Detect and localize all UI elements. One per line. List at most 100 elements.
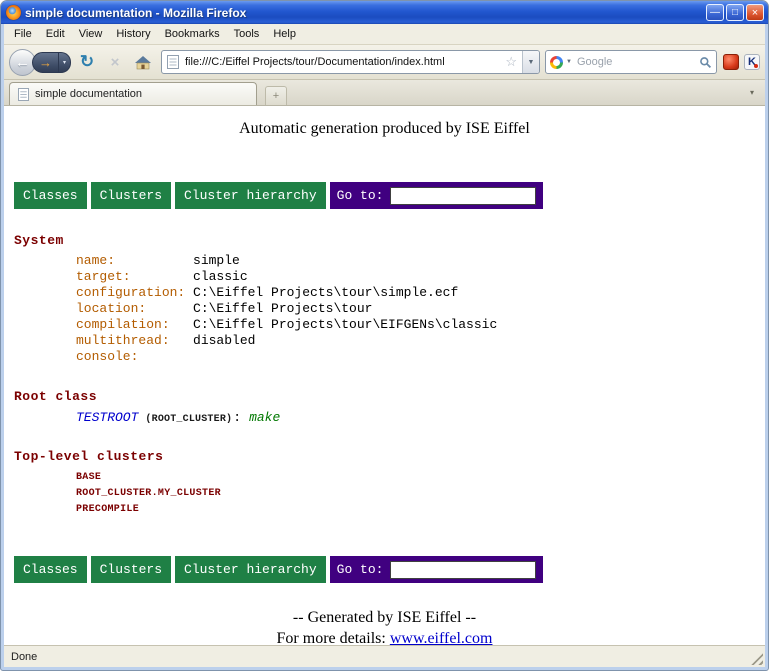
address-bar[interactable]: ☆ ▼ <box>161 50 540 74</box>
cluster-link-precompile[interactable]: PRECOMPILE <box>4 502 139 518</box>
goto-section-bottom: Go to: <box>330 556 544 583</box>
window-title: simple documentation - Mozilla Firefox <box>25 6 702 20</box>
menu-tools[interactable]: Tools <box>227 25 267 43</box>
status-text: Done <box>11 651 37 663</box>
root-class-heading: Root class <box>14 389 765 404</box>
root-cluster-ref[interactable]: (ROOT_CLUSTER) <box>145 414 232 425</box>
doc-footer: -- Generated by ISE Eiffel -- For more d… <box>4 609 765 645</box>
property-value: C:\Eiffel Projects\tour\simple.ecf <box>193 285 458 301</box>
page-icon <box>18 88 29 101</box>
property-value: C:\Eiffel Projects\tour <box>193 301 372 317</box>
browser-window: simple documentation - Mozilla Firefox —… <box>0 0 769 671</box>
system-row: name:simple <box>4 253 765 269</box>
property-label: console: <box>76 349 193 365</box>
system-row: console: <box>4 349 765 365</box>
property-value: classic <box>193 269 248 285</box>
eiffel-com-link[interactable]: www.eiffel.com <box>390 630 493 645</box>
property-label: compilation: <box>76 317 193 333</box>
menu-file[interactable]: File <box>7 25 39 43</box>
home-icon <box>134 55 152 70</box>
cluster-link-root-cluster-my-cluster[interactable]: ROOT_CLUSTER.MY_CLUSTER <box>4 486 221 502</box>
goto-input-top[interactable] <box>390 187 536 205</box>
addon-toolbar-icons: K <box>723 54 760 70</box>
details-prefix: For more details: <box>277 630 390 645</box>
property-label: configuration: <box>76 285 193 301</box>
system-row: multithread:disabled <box>4 333 765 349</box>
stop-button[interactable]: × <box>103 50 127 74</box>
chevron-down-icon: ▾ <box>63 59 66 66</box>
url-input[interactable] <box>183 55 500 69</box>
cluster-link-base[interactable]: BASE <box>4 470 101 486</box>
window-controls: — □ × <box>706 4 764 21</box>
window-frame: File Edit View History Bookmarks Tools H… <box>4 24 765 667</box>
goto-input-bottom[interactable] <box>390 561 536 579</box>
addon-red-icon[interactable] <box>723 54 739 70</box>
search-magnifier-icon[interactable] <box>699 56 712 69</box>
reload-button[interactable]: ↻ <box>75 50 99 74</box>
status-bar: Done <box>4 645 765 667</box>
generated-by-text: -- Generated by ISE Eiffel -- <box>4 609 765 627</box>
classes-button-bottom[interactable]: Classes <box>14 556 87 583</box>
system-heading: System <box>14 233 765 248</box>
page-content: Automatic generation produced by ISE Eif… <box>4 106 765 645</box>
goto-label: Go to: <box>337 188 384 203</box>
close-button[interactable]: × <box>746 4 764 21</box>
forward-button[interactable]: → <box>32 52 59 73</box>
search-engine-dropdown[interactable]: ▼ <box>566 59 572 65</box>
new-tab-button[interactable]: + <box>265 86 287 105</box>
stop-icon: × <box>111 54 120 71</box>
system-properties: name:simple target:classic configuration… <box>4 253 765 365</box>
property-label: multithread: <box>76 333 193 349</box>
property-label: target: <box>76 269 193 285</box>
location-dropdown-button[interactable]: ▼ <box>522 51 539 73</box>
clusters-heading: Top-level clusters <box>14 449 765 464</box>
back-icon: ← <box>15 54 30 71</box>
root-class-line: TESTROOT (ROOT_CLUSTER) : make <box>4 410 765 425</box>
titlebar[interactable]: simple documentation - Mozilla Firefox —… <box>1 1 768 24</box>
doc-nav-bottom: Classes Clusters Cluster hierarchy Go to… <box>14 556 543 583</box>
addon-k-icon[interactable]: K <box>744 54 760 70</box>
clusters-button-bottom[interactable]: Clusters <box>91 556 171 583</box>
tab-strip: simple documentation + ▾ <box>4 80 765 106</box>
menu-help[interactable]: Help <box>266 25 303 43</box>
firefox-icon <box>6 5 21 20</box>
maximize-button[interactable]: □ <box>726 4 744 21</box>
minimize-button[interactable]: — <box>706 4 724 21</box>
details-line: For more details: www.eiffel.com <box>4 630 765 645</box>
menu-bar: File Edit View History Bookmarks Tools H… <box>4 24 765 45</box>
chevron-down-icon: ▼ <box>528 59 535 66</box>
menu-history[interactable]: History <box>109 25 157 43</box>
menu-view[interactable]: View <box>72 25 110 43</box>
cluster-hierarchy-button-bottom[interactable]: Cluster hierarchy <box>175 556 326 583</box>
property-value: simple <box>193 253 240 269</box>
bookmark-star-icon[interactable]: ☆ <box>504 54 518 70</box>
page-icon <box>167 55 179 69</box>
system-row: compilation:C:\Eiffel Projects\tour\EIFG… <box>4 317 765 333</box>
system-row: target:classic <box>4 269 765 285</box>
classes-button-top[interactable]: Classes <box>14 182 87 209</box>
root-class-link[interactable]: TESTROOT <box>76 410 138 425</box>
search-input[interactable] <box>575 55 696 69</box>
forward-button-group: → ▾ <box>32 52 71 73</box>
search-bar[interactable]: ▼ <box>545 50 717 74</box>
doc-nav-top: Classes Clusters Cluster hierarchy Go to… <box>14 182 543 209</box>
property-label: name: <box>76 253 193 269</box>
home-button[interactable] <box>131 50 155 74</box>
cluster-list: BASE ROOT_CLUSTER.MY_CLUSTER PRECOMPILE <box>4 470 765 518</box>
reload-icon: ↻ <box>80 52 94 72</box>
property-label: location: <box>76 301 193 317</box>
root-feature-link[interactable]: make <box>249 410 280 425</box>
tab-simple-documentation[interactable]: simple documentation <box>9 82 257 105</box>
list-all-tabs-button[interactable]: ▾ <box>744 88 760 99</box>
root-separator: : <box>233 410 241 425</box>
resize-grip[interactable] <box>750 652 763 665</box>
menu-edit[interactable]: Edit <box>39 25 72 43</box>
menu-bookmarks[interactable]: Bookmarks <box>158 25 227 43</box>
cluster-hierarchy-button-top[interactable]: Cluster hierarchy <box>175 182 326 209</box>
history-dropdown-button[interactable]: ▾ <box>59 52 71 73</box>
google-logo-icon <box>550 56 563 69</box>
property-value: disabled <box>193 333 255 349</box>
goto-section-top: Go to: <box>330 182 544 209</box>
clusters-button-top[interactable]: Clusters <box>91 182 171 209</box>
property-value: C:\Eiffel Projects\tour\EIFGENs\classic <box>193 317 497 333</box>
